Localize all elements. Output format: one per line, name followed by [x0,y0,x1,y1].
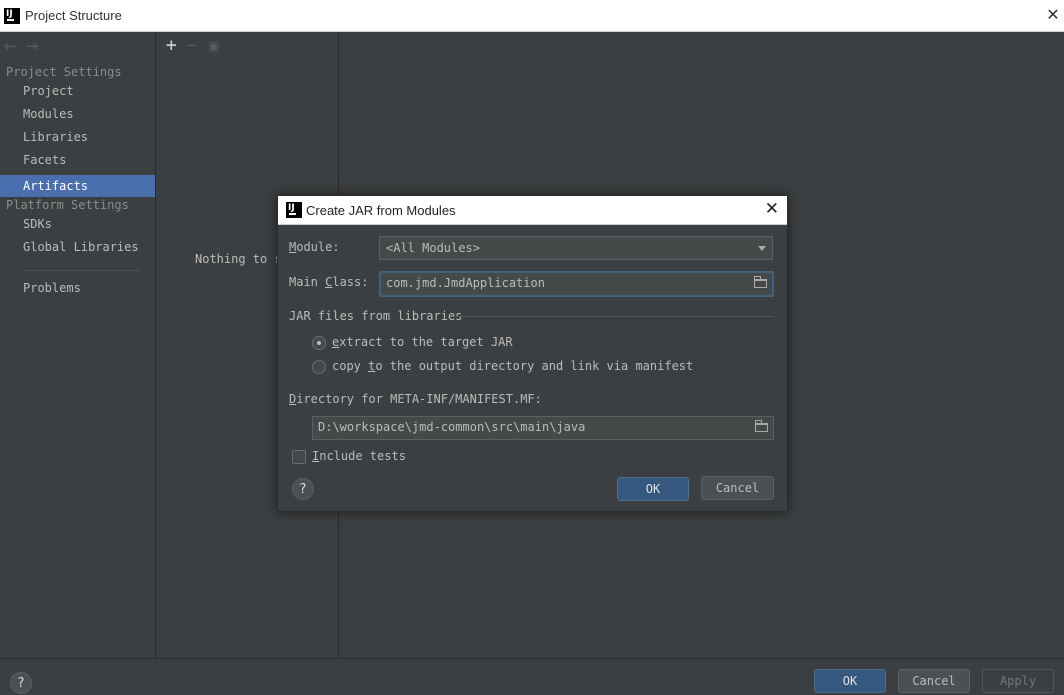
dialog-close-button[interactable]: ✕ [765,199,779,219]
section-separator [456,316,774,317]
project-settings-heading: Project Settings [6,65,122,79]
nav-arrows: ← → [4,37,47,55]
include-tests-checkbox[interactable] [292,450,306,464]
window-titlebar: IJ Project Structure ✕ [0,0,1064,32]
sidebar-item-facets[interactable]: Facets [0,149,155,171]
footer-help-button[interactable]: ? [10,672,32,694]
window-title: Project Structure [25,8,122,23]
main-class-value: com.jmd.JmdApplication [386,276,545,290]
main-class-label: Main Class: [289,275,369,289]
extract-radio[interactable] [312,336,326,350]
copy-radio-label[interactable]: copy to the output directory and link vi… [332,359,693,373]
footer-bar: ? OK Cancel Apply [0,658,1064,694]
back-arrow-icon[interactable]: ← [4,37,17,55]
platform-settings-heading: Platform Settings [6,198,129,212]
directory-label: Directory for META-INF/MANIFEST.MF: [289,392,542,406]
jar-files-heading: JAR files from libraries [289,309,463,323]
main-class-input[interactable]: com.jmd.JmdApplication [379,271,774,297]
chevron-down-icon [758,246,766,251]
dialog-help-button[interactable]: ? [292,478,314,500]
include-tests-label[interactable]: Include tests [312,449,406,463]
folder-browse-icon[interactable] [754,276,767,288]
extract-radio-label[interactable]: extract to the target JAR [332,335,513,349]
dialog-titlebar: IJ Create JAR from Modules ✕ [278,196,787,225]
sidebar-item-artifacts[interactable]: Artifacts [0,175,155,197]
create-jar-dialog: IJ Create JAR from Modules ✕ Module: <Al… [277,195,788,512]
footer-ok-button[interactable]: OK [814,669,886,693]
sidebar-item-global-libraries[interactable]: Global Libraries [0,236,155,258]
sidebar-divider [22,270,140,271]
copy-radio[interactable] [312,360,326,374]
intellij-logo-icon: IJ [4,8,20,24]
sidebar: ← → Project Settings Project Modules Libr… [0,32,156,658]
module-select[interactable]: <All Modules> [379,236,773,260]
forward-arrow-icon[interactable]: → [26,37,39,55]
sidebar-item-libraries[interactable]: Libraries [0,126,155,148]
copy-artifact-icon[interactable]: ▣ [208,39,219,53]
folder-browse-icon[interactable] [755,420,768,432]
dialog-cancel-button[interactable]: Cancel [701,476,774,500]
sidebar-item-problems[interactable]: Problems [0,277,155,299]
remove-artifact-icon[interactable]: − [186,36,199,54]
directory-input[interactable]: D:\workspace\jmd-common\src\main\java [312,416,774,440]
footer-apply-button[interactable]: Apply [982,669,1054,693]
empty-list-text: Nothing to s [195,252,282,266]
sidebar-item-project[interactable]: Project [0,80,155,102]
directory-value: D:\workspace\jmd-common\src\main\java [318,420,586,434]
dialog-title: Create JAR from Modules [306,203,456,218]
sidebar-item-modules[interactable]: Modules [0,103,155,125]
intellij-logo-icon: IJ [286,202,302,218]
add-artifact-icon[interactable]: + [165,36,178,54]
dialog-ok-button[interactable]: OK [617,477,689,501]
footer-cancel-button[interactable]: Cancel [898,669,970,693]
module-label: Module: [289,240,340,254]
module-select-value: <All Modules> [386,241,480,255]
sidebar-item-sdks[interactable]: SDKs [0,213,155,235]
artifacts-toolbar: + − ▣ [165,36,220,54]
window-close-button[interactable]: ✕ [1044,6,1062,24]
